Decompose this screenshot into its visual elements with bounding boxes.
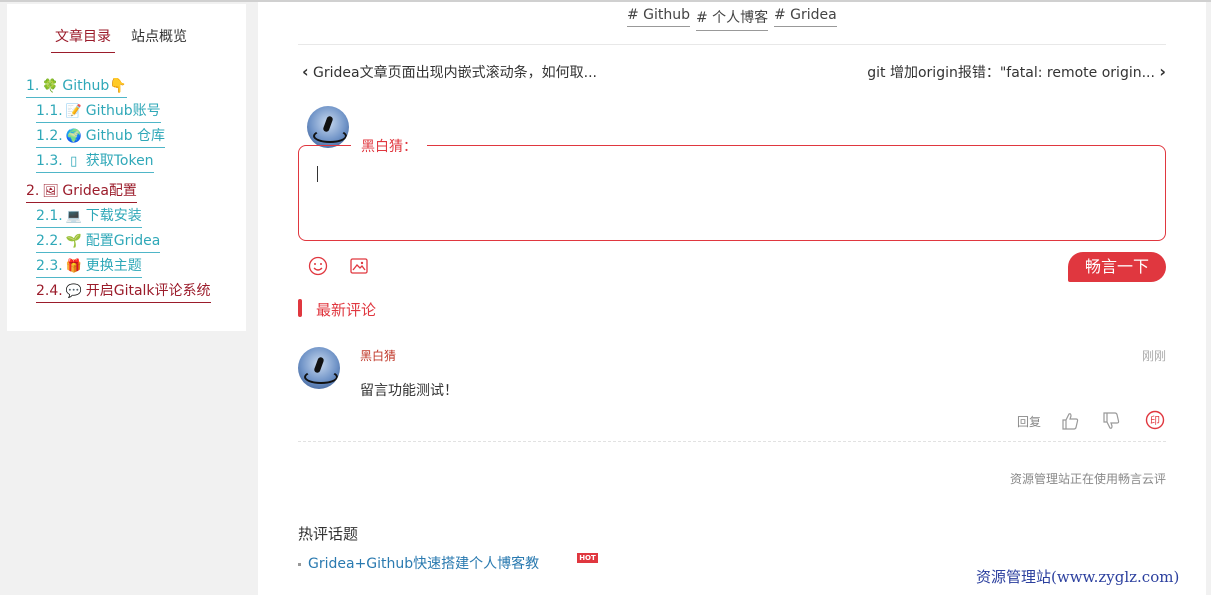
- text-cursor: [317, 166, 318, 182]
- comment-time: 刚刚: [1141, 349, 1166, 363]
- toc-number: 2.1.: [36, 208, 63, 224]
- next-post-title: git 增加origin报错："fatal: remote origin...: [867, 65, 1155, 81]
- toc-item-github-account[interactable]: 1.1. 📝 Github账号: [36, 101, 161, 123]
- thumbs-up-icon[interactable]: [1060, 411, 1080, 431]
- current-user-avatar[interactable]: [307, 106, 349, 148]
- emoji-icon[interactable]: [308, 256, 328, 276]
- chevron-right-icon: ›: [1159, 62, 1166, 81]
- toc-number: 1.2.: [36, 128, 63, 144]
- next-post-link[interactable]: git 增加origin报错："fatal: remote origin... …: [867, 62, 1166, 82]
- divider-dashed: [298, 441, 1166, 442]
- hot-topics-title: 热评话题: [298, 525, 359, 543]
- divider: [298, 44, 1166, 45]
- toc-item-download-install[interactable]: 2.1. 💻 下载安装: [36, 206, 142, 228]
- gift-icon: 🎁: [65, 259, 82, 274]
- laptop-icon: 💻: [65, 209, 82, 224]
- memo-icon: 📝: [65, 104, 82, 119]
- reply-button[interactable]: 回复: [1017, 413, 1041, 430]
- toc-label: Github账号: [85, 103, 161, 119]
- toc-label: 下载安装: [85, 208, 142, 224]
- commenter-avatar[interactable]: [298, 347, 340, 389]
- image-upload-icon[interactable]: [349, 256, 369, 276]
- clover-icon: 🍀: [42, 79, 59, 94]
- toc-number: 1.3.: [36, 153, 63, 169]
- bullet: [298, 562, 301, 566]
- toc-number: 2.3.: [36, 258, 63, 274]
- tag-personal-blog[interactable]: # 个人博客: [696, 7, 769, 31]
- toc-number: 1.: [26, 78, 40, 94]
- tab-table-of-contents[interactable]: 文章目录: [51, 26, 115, 53]
- toc-item-gridea-config[interactable]: 2. 🖼 Gridea配置: [26, 181, 137, 203]
- toc-number: 2.4.: [36, 283, 63, 299]
- toc-item-change-theme[interactable]: 2.3. 🎁 更换主题: [36, 256, 142, 278]
- toc-label: 获取Token: [85, 153, 154, 169]
- svg-text:印: 印: [1150, 415, 1160, 427]
- toc-item-get-token[interactable]: 1.3. ▯ 获取Token: [36, 151, 154, 173]
- toc-label: Github 仓库: [85, 128, 166, 144]
- prev-post-title: Gridea文章页面出现内嵌式滚动条，如何取...: [313, 65, 597, 81]
- powered-by-text: 资源管理站正在使用畅言云评: [1009, 472, 1166, 486]
- submit-comment-button[interactable]: 畅言一下: [1068, 252, 1166, 282]
- toc-item-github-repo[interactable]: 1.2. 🌍 Github 仓库: [36, 126, 166, 148]
- toc-number: 1.1.: [36, 103, 63, 119]
- globe-icon: 🌍: [65, 129, 82, 144]
- toc-tabs: 文章目录 站点概览: [7, 26, 246, 53]
- prev-post-link[interactable]: ‹ Gridea文章页面出现内嵌式滚动条，如何取...: [302, 62, 597, 82]
- comment-text: 留言功能测试！: [360, 383, 458, 399]
- picture-icon: 🖼: [42, 184, 59, 199]
- toc-label: 更换主题: [85, 258, 142, 274]
- toc-item-github[interactable]: 1. 🍀 Github👇: [26, 76, 127, 98]
- toc-label: Github👇: [62, 78, 127, 94]
- tag-github[interactable]: # Github: [627, 7, 691, 27]
- placeholder-glyph-icon: ▯: [70, 154, 78, 169]
- hot-topic-label: Gridea+Github快速搭建个人博客教: [308, 556, 540, 572]
- hot-topic-link[interactable]: Gridea+Github快速搭建个人博客教 HOT: [298, 553, 598, 573]
- nickname-label: 黑白猜：: [351, 136, 427, 156]
- seedling-icon: 🌱: [65, 234, 82, 249]
- speech-bubble-icon: 💬: [65, 284, 82, 299]
- watermark: 资源管理站(www.zyglz.com): [976, 568, 1180, 586]
- toc-item-gitalk[interactable]: 2.4. 💬 开启Gitalk评论系统: [36, 281, 211, 303]
- toc-item-configure-gridea[interactable]: 2.2. 🌱 配置Gridea: [36, 231, 161, 253]
- hot-badge: HOT: [577, 553, 598, 563]
- toc-panel: 文章目录 站点概览 1. 🍀 Github👇 1.1. 📝 Github账号 1.2. 🌍…: [7, 4, 246, 331]
- comment-input[interactable]: 黑白猜：: [298, 136, 1166, 241]
- section-marker: [298, 299, 302, 317]
- comment-username[interactable]: 黑白猜: [360, 347, 396, 364]
- toc-number: 2.: [26, 183, 40, 199]
- toc-label: 开启Gitalk评论系统: [85, 283, 211, 299]
- toc-number: 2.2.: [36, 233, 63, 249]
- chevron-left-icon: ‹: [302, 62, 309, 81]
- toc-label: 配置Gridea: [85, 233, 161, 249]
- thumbs-down-icon[interactable]: [1101, 411, 1121, 431]
- main-content: # Github # 个人博客 # Gridea ‹ Gridea文章页面出现内…: [258, 2, 1206, 595]
- tag-gridea[interactable]: # Gridea: [774, 7, 837, 27]
- latest-comments-title: 最新评论: [316, 301, 377, 319]
- tab-site-overview[interactable]: 站点概览: [131, 26, 187, 52]
- toc-label: Gridea配置: [62, 183, 137, 199]
- stamp-icon[interactable]: 印: [1145, 410, 1165, 430]
